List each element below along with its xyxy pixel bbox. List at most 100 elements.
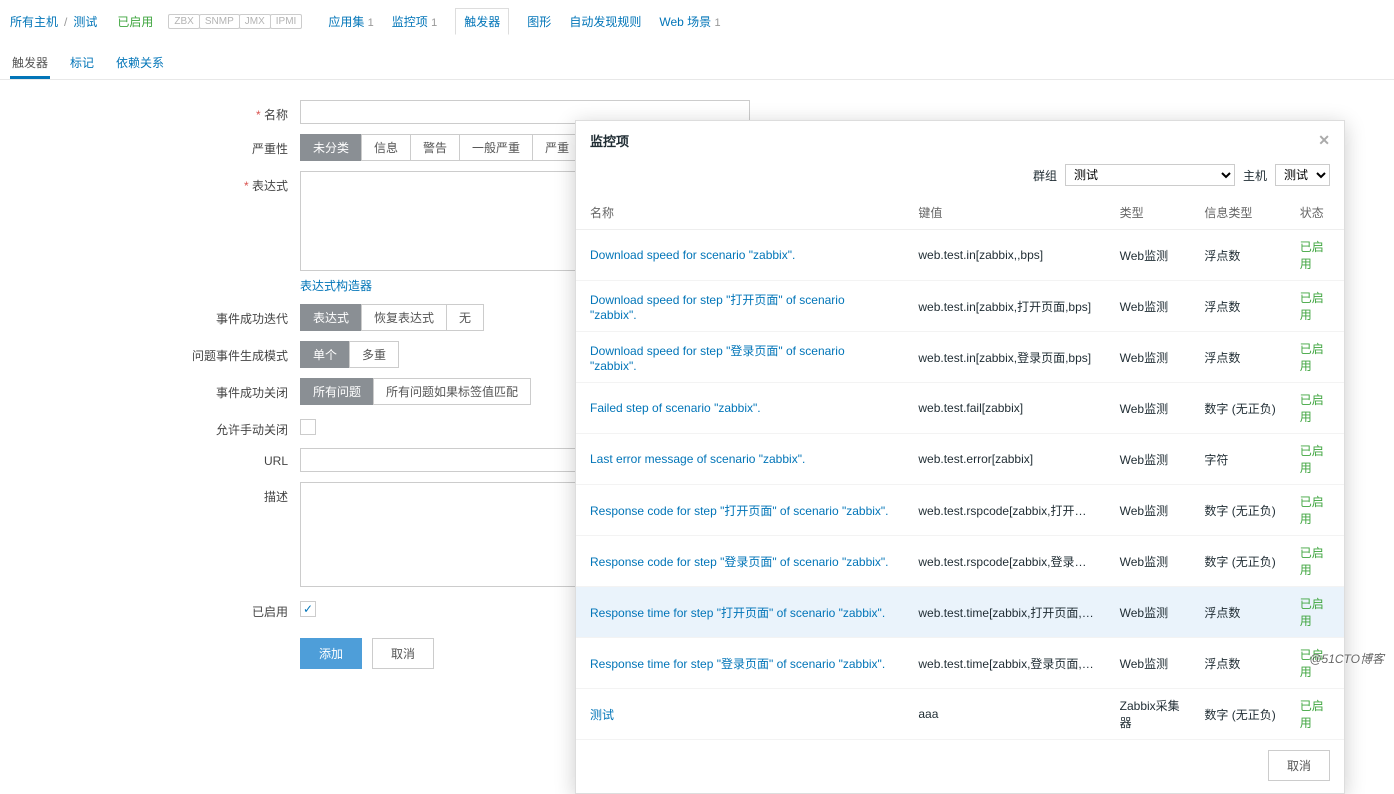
problem-mode-multiple[interactable]: 多重 [349, 341, 399, 368]
label-ok-close: 事件成功关闭 [10, 378, 300, 401]
item-name-link[interactable]: Response time for step "登录页面" of scenari… [590, 657, 885, 671]
host-topbar: 所有主机 / 测试 已启用 ZBX SNMP JMX IPMI 应用集 1 监控… [0, 0, 1394, 42]
item-type: Web监测 [1106, 230, 1191, 281]
breadcrumb-sep: / [64, 15, 67, 29]
col-key: 键值 [904, 196, 1105, 230]
item-name-link[interactable]: 测试 [590, 708, 614, 722]
nav-discovery[interactable]: 自动发现规则 [569, 13, 641, 30]
item-status: 已启用 [1286, 485, 1344, 536]
label-problem-mode: 问题事件生成模式 [10, 341, 300, 364]
nav-web[interactable]: Web 场景 1 [659, 13, 720, 30]
item-type: Web监测 [1106, 281, 1191, 332]
modal-host-select[interactable]: 测试 [1275, 164, 1330, 186]
ok-close-group: 所有问题 所有问题如果标签值匹配 [300, 378, 531, 405]
item-type: Web监测 [1106, 536, 1191, 587]
col-name: 名称 [576, 196, 904, 230]
interface-tags: ZBX SNMP JMX IPMI [169, 14, 302, 29]
nav-items[interactable]: 监控项 1 [392, 13, 437, 30]
item-key: web.test.rspcode[zabbix,登录页面] [904, 536, 1105, 587]
item-type: Web监测 [1106, 485, 1191, 536]
table-row[interactable]: Download speed for step "登录页面" of scenar… [576, 332, 1344, 383]
modal-host-label: 主机 [1243, 167, 1267, 184]
item-name-link[interactable]: Last error message of scenario "zabbix". [590, 452, 805, 466]
host-status: 已启用 [117, 13, 153, 30]
table-row[interactable]: 测试aaaZabbix采集器数字 (无正负)已启用 [576, 689, 1344, 740]
ok-close-tagmatch[interactable]: 所有问题如果标签值匹配 [373, 378, 531, 405]
col-status: 状态 [1286, 196, 1344, 230]
item-name-link[interactable]: Download speed for step "登录页面" of scenar… [590, 344, 845, 373]
item-name-link[interactable]: Response code for step "登录页面" of scenari… [590, 555, 889, 569]
table-row[interactable]: Response time for step "打开页面" of scenari… [576, 587, 1344, 638]
item-name-link[interactable]: Failed step of scenario "zabbix". [590, 401, 761, 415]
item-key: web.test.time[zabbix,打开页面,resp] [904, 587, 1105, 638]
enabled-checkbox[interactable]: ✓ [300, 601, 316, 617]
problem-mode-single[interactable]: 单个 [300, 341, 350, 368]
ok-event-expression[interactable]: 表达式 [300, 304, 362, 331]
table-row[interactable]: Last error message of scenario "zabbix".… [576, 434, 1344, 485]
label-enabled: 已启用 [10, 597, 300, 620]
item-type: Web监测 [1106, 587, 1191, 638]
ok-event-none[interactable]: 无 [446, 304, 484, 331]
item-type: Web监测 [1106, 332, 1191, 383]
item-name-link[interactable]: Download speed for step "打开页面" of scenar… [590, 293, 845, 322]
nav-graphs[interactable]: 图形 [527, 13, 551, 30]
table-row[interactable]: Download speed for scenario "zabbix".web… [576, 230, 1344, 281]
item-info: 数字 (无正负) [1190, 689, 1285, 740]
subtab-deps[interactable]: 依赖关系 [114, 48, 166, 79]
col-type: 类型 [1106, 196, 1191, 230]
tag-ipmi: IPMI [270, 14, 303, 29]
item-status: 已启用 [1286, 536, 1344, 587]
item-type: Web监测 [1106, 383, 1191, 434]
tag-snmp: SNMP [199, 14, 240, 29]
add-button[interactable]: 添加 [300, 638, 362, 669]
nav-applications[interactable]: 应用集 1 [328, 13, 373, 30]
item-info: 浮点数 [1190, 587, 1285, 638]
table-row[interactable]: Download speed for step "打开页面" of scenar… [576, 281, 1344, 332]
breadcrumb-host[interactable]: 测试 [73, 13, 97, 30]
breadcrumb-all-hosts[interactable]: 所有主机 [10, 13, 58, 30]
ok-close-all[interactable]: 所有问题 [300, 378, 374, 405]
label-url: URL [10, 448, 300, 468]
item-key: web.test.error[zabbix] [904, 434, 1105, 485]
item-key: web.test.in[zabbix,登录页面,bps] [904, 332, 1105, 383]
close-icon[interactable]: ✕ [1318, 132, 1330, 149]
severity-info[interactable]: 信息 [361, 134, 411, 161]
label-manual-close: 允许手动关闭 [10, 415, 300, 438]
subtab-trigger[interactable]: 触发器 [10, 48, 50, 79]
item-info: 浮点数 [1190, 281, 1285, 332]
modal-group-label: 群组 [1033, 167, 1057, 184]
item-name-link[interactable]: Download speed for scenario "zabbix". [590, 248, 795, 262]
expression-builder-link[interactable]: 表达式构造器 [300, 279, 372, 293]
label-severity: 严重性 [10, 134, 300, 157]
cancel-button[interactable]: 取消 [372, 638, 434, 669]
subtab-tags[interactable]: 标记 [68, 48, 96, 79]
item-status: 已启用 [1286, 383, 1344, 434]
modal-title: 监控项 [590, 131, 629, 150]
watermark: @51CTO博客 [1309, 650, 1384, 667]
item-name-link[interactable]: Response time for step "打开页面" of scenari… [590, 606, 885, 620]
ok-event-recovery[interactable]: 恢复表达式 [361, 304, 447, 331]
table-row[interactable]: Response time for step "登录页面" of scenari… [576, 638, 1344, 689]
nav-triggers[interactable]: 触发器 [455, 8, 509, 35]
trigger-subtabs: 触发器 标记 依赖关系 [0, 42, 1394, 80]
item-status: 已启用 [1286, 587, 1344, 638]
item-name-link[interactable]: Response code for step "打开页面" of scenari… [590, 504, 889, 518]
manual-close-checkbox[interactable] [300, 419, 316, 435]
item-info: 数字 (无正负) [1190, 536, 1285, 587]
tag-zbx: ZBX [168, 14, 199, 29]
item-key: web.test.fail[zabbix] [904, 383, 1105, 434]
table-row[interactable]: Response code for step "登录页面" of scenari… [576, 536, 1344, 587]
tag-jmx: JMX [239, 14, 271, 29]
table-row[interactable]: Response code for step "打开页面" of scenari… [576, 485, 1344, 536]
table-row[interactable]: Failed step of scenario "zabbix". web.tes… [576, 383, 1344, 434]
severity-warning[interactable]: 警告 [410, 134, 460, 161]
severity-average[interactable]: 一般严重 [459, 134, 533, 161]
label-expression: 表达式 [10, 171, 300, 194]
item-type: Web监测 [1106, 638, 1191, 689]
item-key: aaa [904, 689, 1105, 740]
modal-group-select[interactable]: 测试 [1065, 164, 1235, 186]
items-table: 名称 键值 类型 信息类型 状态 Download speed for scen… [576, 196, 1344, 740]
modal-cancel-button[interactable]: 取消 [1268, 750, 1330, 781]
item-type: Zabbix采集器 [1106, 689, 1191, 740]
severity-not-classified[interactable]: 未分类 [300, 134, 362, 161]
